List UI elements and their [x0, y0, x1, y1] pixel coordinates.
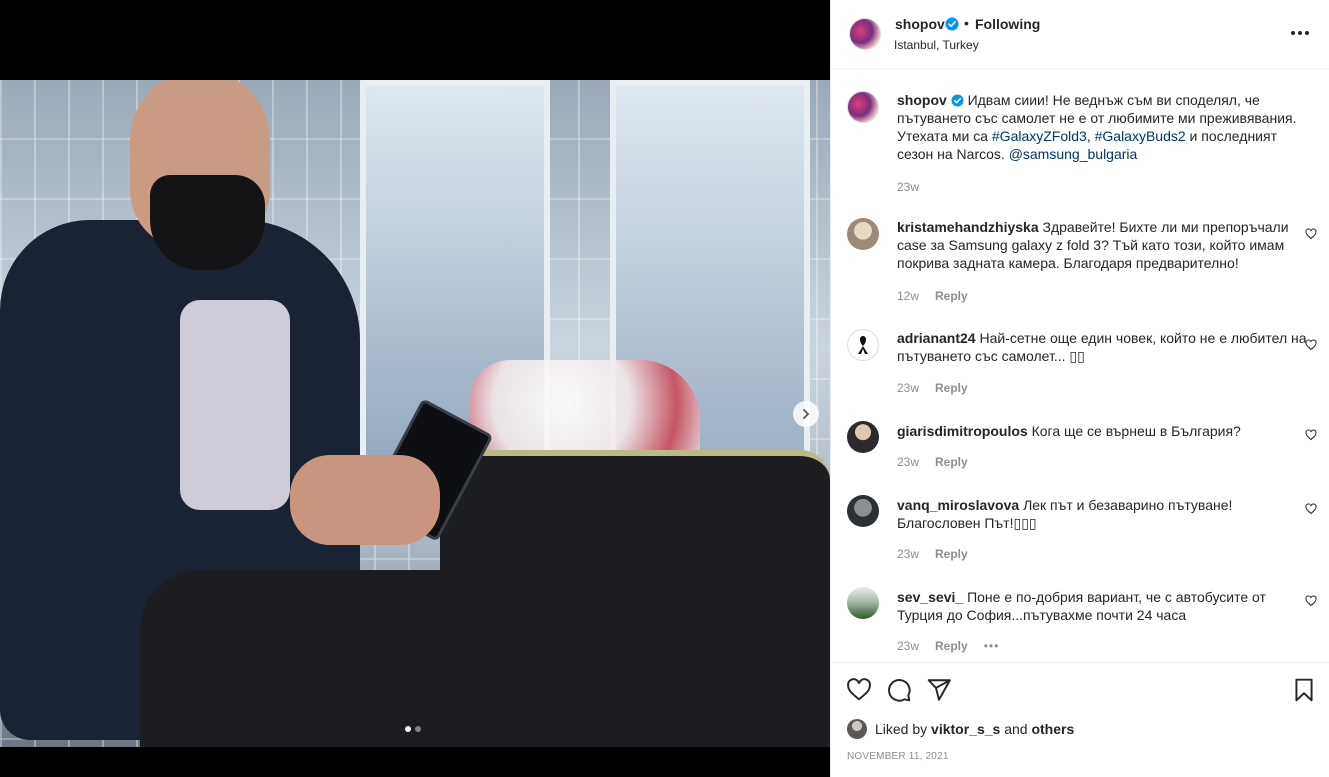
caption-meta: 23w [897, 180, 919, 194]
commenter-username[interactable]: adrianant24 [897, 330, 976, 346]
comment-timestamp[interactable]: 23w [897, 639, 919, 653]
following-button[interactable]: Following [975, 16, 1040, 32]
likes-others-link[interactable]: others [1031, 721, 1074, 737]
comment-timestamp[interactable]: 23w [897, 381, 919, 395]
action-bar [831, 662, 1329, 716]
commenter-avatar[interactable] [847, 495, 879, 527]
author-username[interactable]: shopov [895, 16, 945, 32]
caption-author-avatar[interactable] [847, 91, 879, 123]
comment-meta: 23w Reply ••• [897, 639, 999, 653]
post-sidebar: shopov • Following Istanbul, Turkey shop… [830, 0, 1329, 777]
reply-button[interactable]: Reply [935, 547, 968, 561]
more-options-icon[interactable] [1291, 24, 1313, 42]
comment-meta: 12w Reply [897, 289, 968, 303]
hashtag-link[interactable]: #GalaxyZFold3 [992, 128, 1087, 144]
comment-body: Кога ще се върнеш в България? [1031, 423, 1241, 439]
commenter-avatar[interactable] [847, 587, 879, 619]
heart-icon[interactable] [846, 677, 872, 703]
post-modal: shopov • Following Istanbul, Turkey shop… [0, 0, 1329, 777]
commenter-username[interactable]: vanq_miroslavova [897, 497, 1019, 513]
share-icon[interactable] [926, 677, 952, 703]
separator-dot: • [964, 15, 969, 31]
chevron-right-icon [803, 409, 810, 419]
commenter-avatar[interactable] [847, 421, 879, 453]
likes-text: Liked by viktor_s_s and others [875, 721, 1074, 737]
carousel-indicator [405, 726, 421, 732]
liker-avatar[interactable] [847, 719, 867, 739]
comment-text: vanq_miroslavova Лек път и безаварино пъ… [897, 496, 1307, 532]
comment-text: adrianant24 Най-сетне още един човек, ко… [897, 329, 1307, 365]
comment-text: kristamehandzhiyska Здравейте! Бихте ли … [897, 218, 1307, 272]
commenter-avatar[interactable] [847, 329, 879, 361]
caption-text: shopov Идвам сиии! Не веднъж съм ви спод… [897, 91, 1307, 163]
post-date[interactable]: NOVEMBER 11, 2021 [847, 751, 949, 762]
reply-button[interactable]: Reply [935, 639, 968, 653]
liker-username[interactable]: viktor_s_s [931, 721, 1000, 737]
post-photo[interactable] [0, 80, 830, 747]
likes-summary: Liked by viktor_s_s and others [847, 719, 1074, 739]
heart-icon[interactable] [1305, 595, 1317, 607]
commenter-username[interactable]: sev_sevi_ [897, 589, 963, 605]
caption-timestamp[interactable]: 23w [897, 180, 919, 194]
heart-icon[interactable] [1305, 503, 1317, 515]
ribbon-icon [858, 336, 868, 354]
carousel-dot [415, 726, 421, 732]
verified-badge-icon [951, 94, 964, 107]
mention-link[interactable]: @samsung_bulgaria [1009, 146, 1138, 162]
bookmark-icon[interactable] [1291, 677, 1317, 703]
liked-by-label: Liked by [875, 721, 932, 737]
comment-meta: 23w Reply [897, 455, 968, 469]
comment-timestamp[interactable]: 23w [897, 455, 919, 469]
location-link[interactable]: Istanbul, Turkey [894, 38, 979, 52]
comment-timestamp[interactable]: 12w [897, 289, 919, 303]
carousel-dot-active [405, 726, 411, 732]
reply-button[interactable]: Reply [935, 381, 968, 395]
comment-meta: 23w Reply [897, 547, 968, 561]
caption-separator: , [1086, 128, 1095, 144]
heart-icon[interactable] [1305, 339, 1317, 351]
comment-meta: 23w Reply [897, 381, 968, 395]
heart-icon[interactable] [1305, 429, 1317, 441]
liked-by-and: and [1000, 721, 1032, 737]
comment-text: sev_sevi_ Поне е по-добрия вариант, че с… [897, 588, 1307, 624]
heart-icon[interactable] [1305, 228, 1317, 240]
reply-button[interactable]: Reply [935, 289, 968, 303]
comment-text: giarisdimitropoulos Кога ще се върнеш в … [897, 422, 1307, 440]
commenter-username[interactable]: giarisdimitropoulos [897, 423, 1028, 439]
commenter-avatar[interactable] [847, 218, 879, 250]
caption-username[interactable]: shopov [897, 92, 947, 108]
next-slide-button[interactable] [793, 401, 819, 427]
comment-icon[interactable] [886, 677, 912, 703]
author-avatar[interactable] [849, 18, 881, 50]
verified-badge-icon [945, 17, 959, 31]
reply-button[interactable]: Reply [935, 455, 968, 469]
comment-more-options[interactable]: ••• [984, 639, 1000, 653]
post-header: shopov • Following Istanbul, Turkey [831, 0, 1329, 69]
commenter-username[interactable]: kristamehandzhiyska [897, 219, 1039, 235]
hashtag-link[interactable]: #GalaxyBuds2 [1095, 128, 1186, 144]
post-media [0, 0, 830, 777]
comment-timestamp[interactable]: 23w [897, 547, 919, 561]
